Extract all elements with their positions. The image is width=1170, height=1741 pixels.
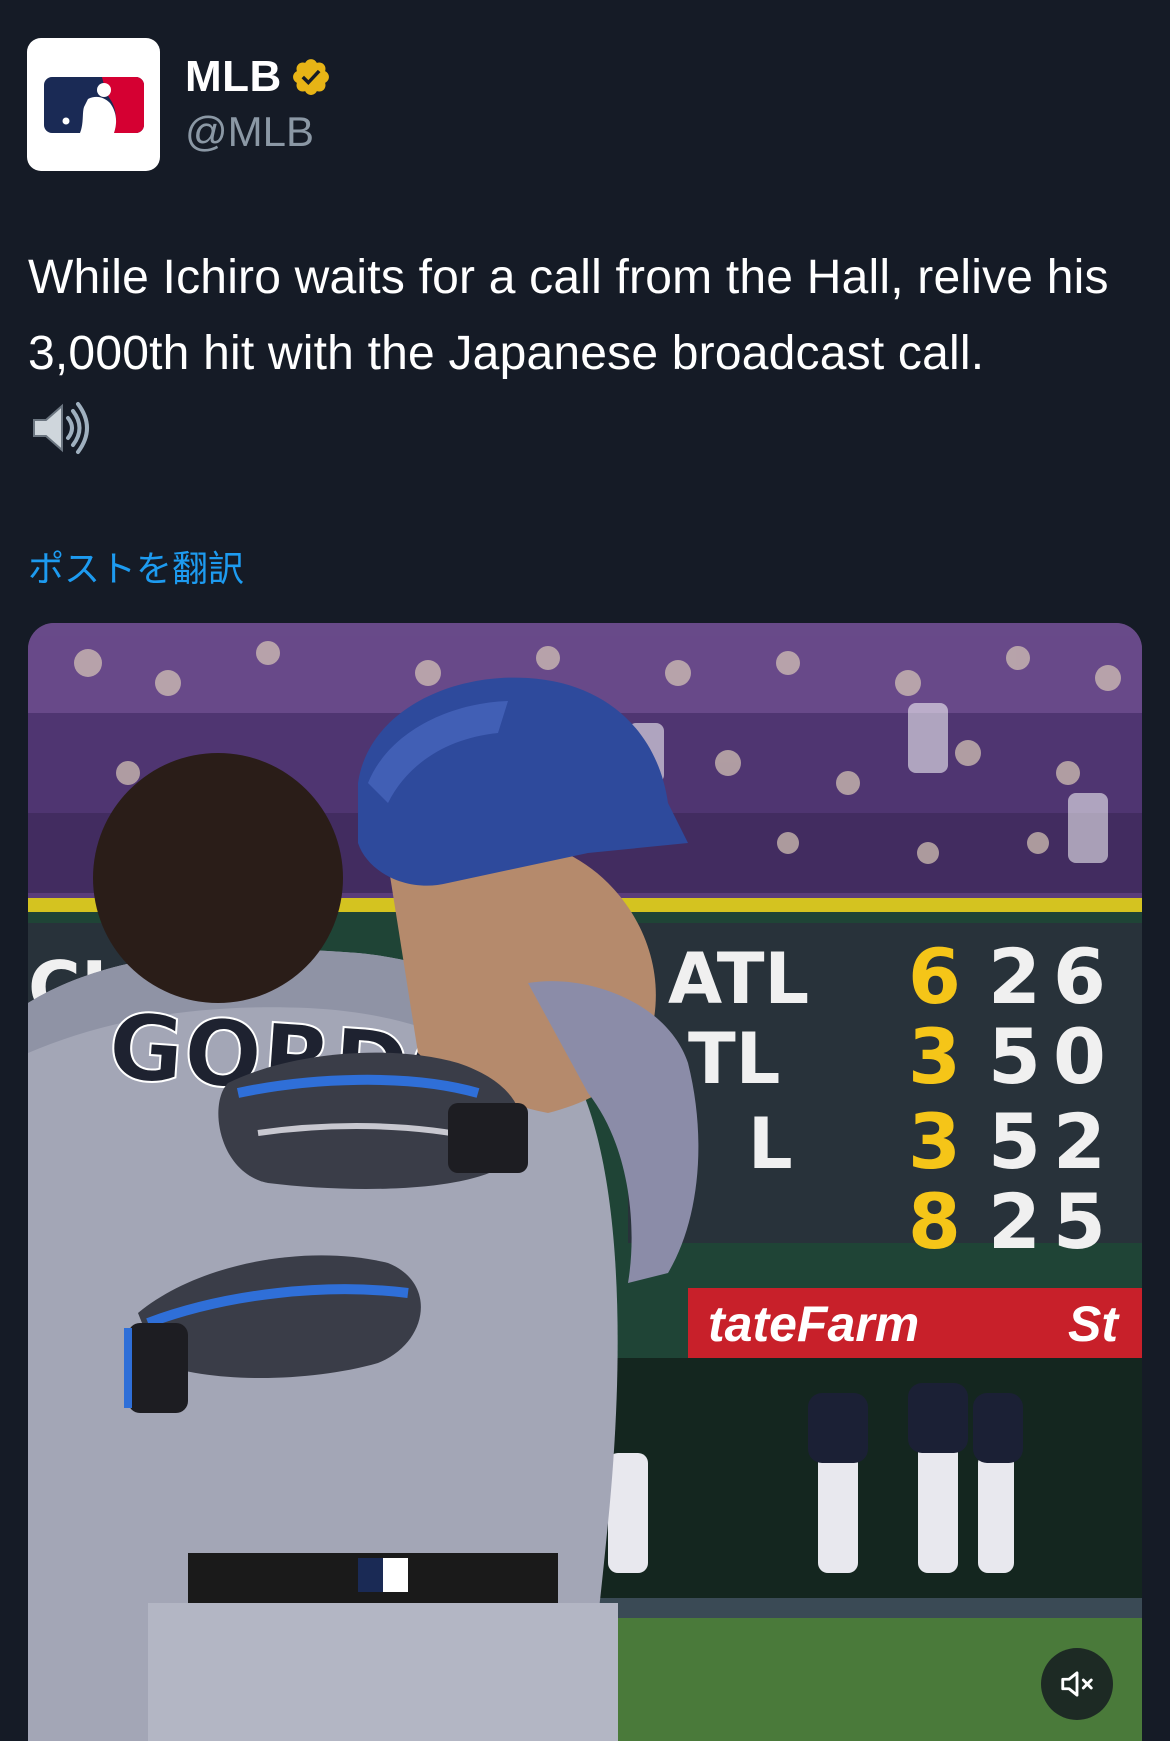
- scoreboard-runs: 5: [988, 1012, 1041, 1101]
- scoreboard-inning: 8: [908, 1177, 961, 1266]
- scoreboard-team: L: [748, 1103, 793, 1185]
- scoreboard-inning: 3: [908, 1012, 961, 1101]
- handle[interactable]: @MLB: [185, 108, 332, 156]
- video-frame: CI ATL 6 2 6 TL 3 5 0 L 3 5 2 8: [28, 623, 1142, 1741]
- author-row: MLB @MLB: [27, 38, 332, 171]
- post-body: While Ichiro waits for a call from the H…: [28, 240, 1148, 460]
- scoreboard-inning: 3: [908, 1097, 961, 1186]
- scoreboard-hits: 2: [1053, 1097, 1106, 1186]
- translate-post-link[interactable]: ポストを翻訳: [28, 540, 244, 592]
- display-name[interactable]: MLB: [185, 52, 282, 102]
- scoreboard-hits: 5: [1053, 1177, 1106, 1266]
- scoreboard-team: TL: [688, 1018, 780, 1100]
- post-text: While Ichiro waits for a call from the H…: [28, 251, 1109, 380]
- display-name-row: MLB: [185, 52, 332, 102]
- scoreboard-runs: 2: [988, 1177, 1041, 1266]
- scoreboard-team: ATL: [668, 938, 809, 1020]
- scoreboard-runs: 5: [988, 1097, 1041, 1186]
- scoreboard-hits: 6: [1053, 932, 1106, 1021]
- speaker-high-volume-icon: [33, 402, 89, 454]
- scoreboard-runs: 2: [988, 932, 1041, 1021]
- ad-banner-left: tateFarm: [708, 1296, 919, 1352]
- video-player[interactable]: CI ATL 6 2 6 TL 3 5 0 L 3 5 2 8: [28, 623, 1142, 1741]
- ad-banner-right: St: [1068, 1296, 1120, 1352]
- mute-toggle-button[interactable]: [1041, 1648, 1113, 1720]
- scoreboard-row: 8 2 5: [908, 1177, 1106, 1266]
- scoreboard-inning: 6: [908, 932, 961, 1021]
- mlb-logo-icon: [43, 76, 144, 133]
- scoreboard-hits: 0: [1053, 1012, 1106, 1101]
- avatar[interactable]: [27, 38, 160, 171]
- author-names: MLB @MLB: [185, 52, 332, 156]
- post-view: MLB @MLB While Ichiro waits for a call f…: [0, 0, 1170, 1741]
- speaker-muted-icon: [1061, 1671, 1093, 1697]
- verified-badge-icon: [292, 59, 329, 95]
